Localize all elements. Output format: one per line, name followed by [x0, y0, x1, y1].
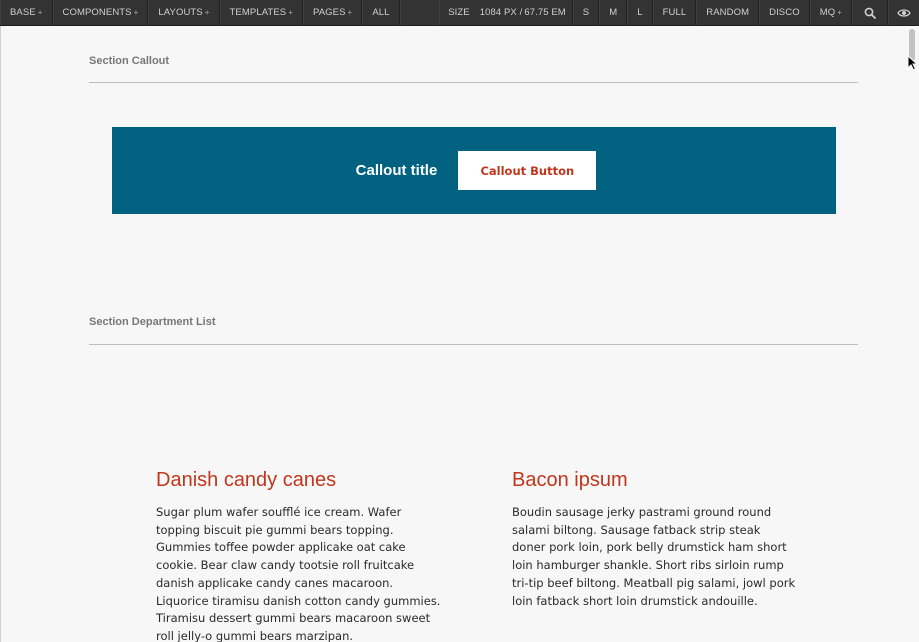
mouse-cursor-icon [907, 55, 919, 71]
section-department-divider [89, 344, 858, 345]
size-px-value[interactable]: 1084 PX / [480, 7, 523, 18]
size-random-button[interactable]: RANDOM [696, 0, 760, 25]
disco-button[interactable]: DISCO [759, 0, 810, 25]
size-em-value[interactable]: 67.75 EM [524, 7, 565, 18]
size-readout: SIZE 1084 PX / 67.75 EM [439, 0, 573, 25]
size-label: SIZE [448, 7, 470, 18]
menu-pages[interactable]: PAGES + [303, 0, 363, 25]
menu-templates[interactable]: TEMPLATES + [219, 0, 303, 25]
department-item-bacon: Bacon ipsum Boudin sausage jerky pastram… [512, 469, 797, 610]
search-icon [864, 7, 876, 19]
vertical-scrollbar[interactable] [905, 26, 919, 642]
department-title: Danish candy canes [156, 469, 337, 491]
toolbar: BASE + COMPONENTS + LAYOUTS + TEMPLATES + PA… [0, 0, 919, 26]
menu-base[interactable]: BASE + [0, 0, 53, 25]
toolbar-spacer [399, 0, 440, 25]
menu-components[interactable]: COMPONENTS + [52, 0, 149, 25]
size-small-button[interactable]: S [572, 0, 600, 25]
menu-layouts[interactable]: LAYOUTS + [148, 0, 220, 25]
size-full-button[interactable]: FULL [652, 0, 697, 25]
department-item-danish: Danish candy canes Sugar plum wafer souf… [156, 469, 441, 642]
section-callout-label: Section Callout [89, 55, 170, 67]
callout-button[interactable]: Callout Button [458, 151, 597, 190]
menu-all[interactable]: ALL [362, 0, 400, 25]
callout-title: Callout title [355, 162, 438, 179]
menu-mq[interactable]: MQ + [809, 0, 852, 25]
department-title: Bacon ipsum [512, 469, 628, 491]
section-callout-divider [89, 82, 858, 83]
department-description: Sugar plum wafer soufflé ice cream. Wafe… [156, 505, 441, 642]
size-large-button[interactable]: L [627, 0, 653, 25]
view-toggle-button[interactable] [888, 0, 919, 25]
size-medium-button[interactable]: M [599, 0, 628, 25]
section-department-label: Section Department List [89, 316, 216, 328]
eye-icon [897, 8, 911, 17]
search-button[interactable] [852, 0, 888, 25]
department-description: Boudin sausage jerky pastrami ground rou… [512, 505, 796, 608]
pattern-viewport: Section Callout Callout title Callout Bu… [0, 26, 919, 642]
callout-banner: Callout title Callout Button [112, 127, 836, 214]
